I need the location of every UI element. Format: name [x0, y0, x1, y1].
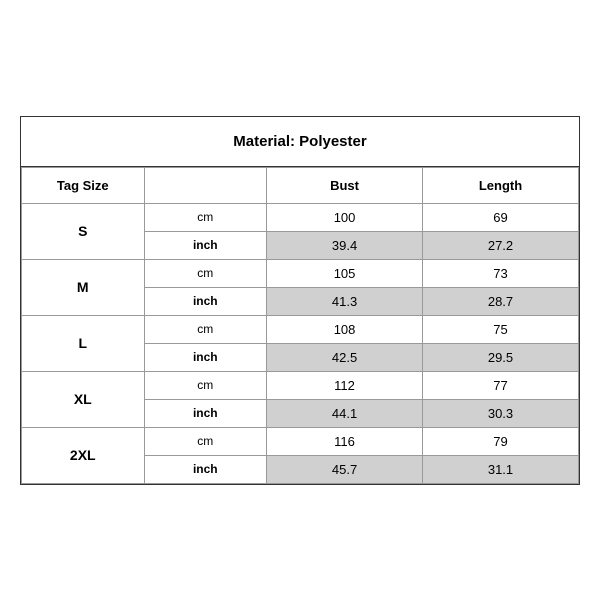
- tag-size-cell: L: [22, 315, 145, 371]
- bust-inch-value: 45.7: [267, 455, 423, 483]
- unit-header: [144, 167, 267, 203]
- unit-cell-cm: cm: [144, 259, 267, 287]
- unit-cell-inch: inch: [144, 287, 267, 315]
- unit-cell-inch: inch: [144, 343, 267, 371]
- bust-header: Bust: [267, 167, 423, 203]
- bust-inch-value: 44.1: [267, 399, 423, 427]
- length-inch-value: 29.5: [423, 343, 579, 371]
- bust-inch-value: 42.5: [267, 343, 423, 371]
- length-cm-value: 79: [423, 427, 579, 455]
- bust-cm-value: 116: [267, 427, 423, 455]
- unit-cell-cm: cm: [144, 371, 267, 399]
- unit-cell-inch: inch: [144, 231, 267, 259]
- bust-cm-value: 108: [267, 315, 423, 343]
- length-cm-value: 77: [423, 371, 579, 399]
- length-inch-value: 31.1: [423, 455, 579, 483]
- unit-cell-cm: cm: [144, 203, 267, 231]
- unit-cell-cm: cm: [144, 427, 267, 455]
- table-row: 2XLcm11679: [22, 427, 579, 455]
- length-cm-value: 73: [423, 259, 579, 287]
- tag-size-cell: S: [22, 203, 145, 259]
- tag-size-cell: M: [22, 259, 145, 315]
- length-cm-value: 69: [423, 203, 579, 231]
- tag-size-header: Tag Size: [22, 167, 145, 203]
- table-row: Scm10069: [22, 203, 579, 231]
- bust-inch-value: 41.3: [267, 287, 423, 315]
- bust-inch-value: 39.4: [267, 231, 423, 259]
- length-header: Length: [423, 167, 579, 203]
- bust-cm-value: 112: [267, 371, 423, 399]
- size-table: Tag Size Bust Length Scm10069inch39.427.…: [21, 167, 579, 484]
- chart-title: Material: Polyester: [21, 117, 579, 167]
- size-chart-container: Material: Polyester Tag Size Bust Length…: [20, 116, 580, 485]
- table-row: Mcm10573: [22, 259, 579, 287]
- length-inch-value: 27.2: [423, 231, 579, 259]
- tag-size-cell: 2XL: [22, 427, 145, 483]
- bust-cm-value: 105: [267, 259, 423, 287]
- tag-size-cell: XL: [22, 371, 145, 427]
- unit-cell-cm: cm: [144, 315, 267, 343]
- length-inch-value: 30.3: [423, 399, 579, 427]
- length-cm-value: 75: [423, 315, 579, 343]
- unit-cell-inch: inch: [144, 399, 267, 427]
- table-row: XLcm11277: [22, 371, 579, 399]
- bust-cm-value: 100: [267, 203, 423, 231]
- table-row: Lcm10875: [22, 315, 579, 343]
- length-inch-value: 28.7: [423, 287, 579, 315]
- unit-cell-inch: inch: [144, 455, 267, 483]
